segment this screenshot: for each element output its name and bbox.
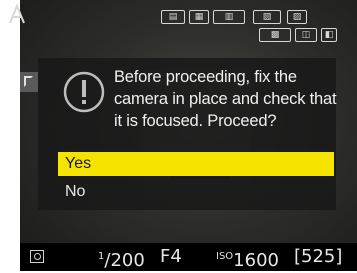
status-icon-cluster: ▤ ▦ ▥ ▧ ▨ ▩ ◫ ◧ <box>161 6 351 46</box>
auto-mode-icon <box>9 4 25 24</box>
image-quality-icon: ▧ <box>253 10 281 24</box>
iso-label: ISO <box>216 251 234 262</box>
af-mode-icon: ◫ <box>295 28 317 42</box>
aperture-readout: F4 <box>160 246 182 267</box>
menu-side-tab <box>20 72 38 92</box>
shutter-denominator: /200 <box>104 250 145 271</box>
screenshot-frame: ▤ ▦ ▥ ▧ ▨ ▩ ◫ ◧ Before proceeding, fix t… <box>0 0 357 271</box>
exclamation-warning-icon <box>63 71 105 113</box>
release-mode-icon: ◧ <box>321 28 337 42</box>
iso-readout: ISO1600 <box>216 245 279 273</box>
shots-remaining-readout: [525] <box>294 246 343 267</box>
matrix-metering-icon <box>30 250 44 263</box>
bluetooth-status-icon: ▦ <box>189 10 209 24</box>
iso-value: 1600 <box>233 250 279 271</box>
wifi-status-icon: ▤ <box>161 10 185 24</box>
white-balance-icon: ▨ <box>287 10 307 24</box>
option-no[interactable]: No <box>58 180 334 204</box>
shutter-speed-readout: 1/200 <box>98 245 145 273</box>
option-yes[interactable]: Yes <box>58 152 334 176</box>
dialog-message: Before proceeding, fix the camera in pla… <box>114 68 337 130</box>
picture-control-icon: ▥ <box>213 10 245 24</box>
image-area-icon: ▩ <box>259 28 291 42</box>
menu-tab-icon <box>24 76 33 87</box>
